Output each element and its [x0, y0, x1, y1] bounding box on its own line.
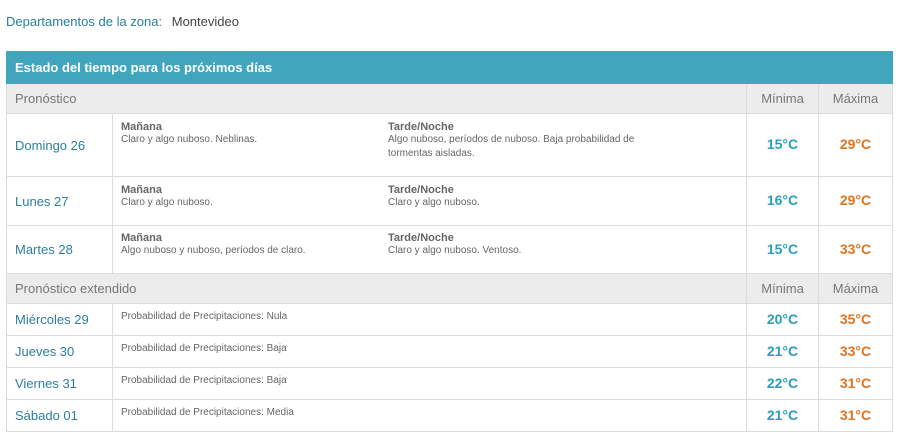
max-temp: 35°C: [839, 310, 872, 327]
extended-header-min: Mínima: [746, 273, 819, 304]
extended-header-max: Máxima: [818, 273, 893, 304]
day-description: Mañana Claro y algo nuboso. Tarde/Noche …: [112, 176, 747, 226]
table-row: Lunes 27 Mañana Claro y algo nuboso. Tar…: [6, 176, 893, 226]
morning-text: Algo nuboso y nuboso, períodos de claro.: [121, 245, 306, 256]
forecast-header-row: Pronóstico Mínima Máxima: [6, 83, 893, 114]
extended-header-label: Pronóstico extendido: [6, 273, 747, 304]
forecast-header-min: Mínima: [746, 83, 819, 114]
table-row: Sábado 01 Probabilidad de Precipitacione…: [6, 399, 893, 432]
table-row: Martes 28 Mañana Algo nuboso y nuboso, p…: [6, 225, 893, 274]
zone-value[interactable]: Montevideo: [172, 14, 239, 29]
day-label: Jueves 30: [6, 335, 113, 368]
table-title-row: Estado del tiempo para los próximos días: [6, 51, 893, 84]
evening-title: Tarde/Noche: [388, 121, 454, 133]
min-temp: 20°C: [766, 310, 799, 327]
max-temp: 33°C: [839, 342, 872, 359]
day-label: Domingo 26: [6, 113, 113, 177]
table-title: Estado del tiempo para los próximos días: [6, 51, 893, 84]
max-temp: 31°C: [839, 374, 872, 391]
zone-label: Departamentos de la zona:: [6, 14, 163, 29]
max-temp: 33°C: [839, 240, 872, 257]
day-label: Viernes 31: [6, 367, 113, 400]
precipitation-text: Probabilidad de Precipitaciones: Baja: [121, 342, 287, 354]
extended-header-row: Pronóstico extendido Mínima Máxima: [6, 273, 893, 304]
evening-text: Algo nuboso, períodos de nuboso. Baja pr…: [388, 134, 635, 159]
forecast-table: Estado del tiempo para los próximos días…: [6, 51, 893, 432]
table-row: Miércoles 29 Probabilidad de Precipitaci…: [6, 303, 893, 336]
min-temp: 22°C: [766, 374, 799, 391]
day-label: Miércoles 29: [6, 303, 113, 336]
morning-title: Mañana: [121, 121, 162, 133]
forecast-header-label: Pronóstico: [6, 83, 747, 114]
min-temp: 16°C: [766, 192, 799, 208]
evening-text: Claro y algo nuboso.: [388, 197, 480, 208]
evening-title: Tarde/Noche: [388, 232, 454, 244]
table-row: Jueves 30 Probabilidad de Precipitacione…: [6, 335, 893, 368]
day-label: Sábado 01: [6, 399, 113, 432]
min-temp: 21°C: [766, 406, 799, 423]
min-temp: 15°C: [766, 136, 799, 152]
day-description: Mañana Algo nuboso y nuboso, períodos de…: [112, 225, 747, 274]
max-temp: 29°C: [839, 136, 872, 152]
morning-title: Mañana: [121, 232, 162, 244]
max-temp: 31°C: [839, 406, 872, 423]
precipitation-text: Probabilidad de Precipitaciones: Baja: [121, 374, 287, 386]
precipitation-text: Probabilidad de Precipitaciones: Nula: [121, 310, 288, 322]
day-label: Lunes 27: [6, 176, 113, 226]
forecast-header-max: Máxima: [818, 83, 893, 114]
table-row: Viernes 31 Probabilidad de Precipitacion…: [6, 367, 893, 400]
day-label: Martes 28: [6, 225, 113, 274]
morning-text: Claro y algo nuboso. Neblinas.: [121, 134, 258, 145]
zone-selector: Departamentos de la zona: Montevideo: [6, 14, 239, 29]
table-row: Domingo 26 Mañana Claro y algo nuboso. N…: [6, 113, 893, 177]
day-description: Mañana Claro y algo nuboso. Neblinas. Ta…: [112, 113, 747, 177]
morning-title: Mañana: [121, 184, 162, 196]
morning-text: Claro y algo nuboso.: [121, 197, 213, 208]
evening-title: Tarde/Noche: [388, 184, 454, 196]
precipitation-text: Probabilidad de Precipitaciones: Media: [121, 406, 294, 418]
evening-text: Claro y algo nuboso. Ventoso.: [388, 245, 522, 256]
min-temp: 15°C: [766, 240, 799, 257]
max-temp: 29°C: [839, 192, 872, 208]
min-temp: 21°C: [766, 342, 799, 359]
